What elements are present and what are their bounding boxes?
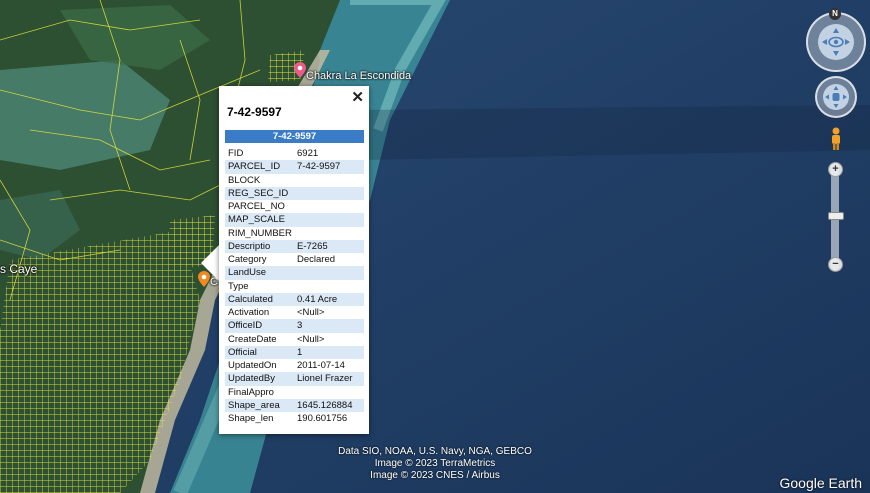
attribute-value: Declared — [297, 254, 336, 266]
attribute-row: PARCEL_NO — [225, 200, 364, 213]
attribute-row: Shape_area 1645.126884 — [225, 398, 364, 412]
move-joystick[interactable] — [823, 84, 849, 110]
credit-line: Data SIO, NOAA, U.S. Navy, NGA, GEBCO — [338, 446, 532, 457]
attribute-row: RIM_NUMBER — [225, 227, 364, 240]
attribute-row: Shape_len 190.601756 — [225, 412, 364, 425]
attribute-row: Category Declared — [225, 253, 364, 266]
attribute-key: Shape_len — [228, 413, 274, 425]
feature-info-popup: ✕ 7-42-9597 7-42-9597 FID 6921 PARCEL_ID 7-… — [219, 86, 369, 434]
google-earth-logo: Google Earth — [779, 475, 863, 491]
attribute-row: FID 6921 — [225, 147, 364, 160]
popup-title: 7-42-9597 — [227, 105, 282, 119]
attribute-value: E-7265 — [294, 239, 364, 253]
attribute-key: MAP_SCALE — [225, 213, 294, 227]
attribute-value — [294, 266, 364, 280]
attribute-row: LandUse — [225, 266, 364, 280]
attribute-key: FinalAppro — [228, 386, 274, 398]
attribute-value — [294, 280, 364, 293]
attribute-value: 7-42-9597 — [294, 160, 364, 174]
attribute-value: 2011-07-14 — [297, 360, 345, 372]
close-icon[interactable]: ✕ — [351, 88, 364, 106]
place-label-caye[interactable]: s Caye — [0, 262, 37, 276]
attribute-row: BLOCK — [225, 174, 364, 187]
attribute-key: REG_SEC_ID — [225, 186, 294, 200]
attribute-value: 1 — [294, 345, 364, 359]
attribute-row: CreateDate <Null> — [225, 333, 364, 346]
attribute-key: UpdatedOn — [228, 360, 277, 372]
attribute-value: 1645.126884 — [294, 398, 364, 412]
attribute-table-header: 7-42-9597 — [225, 130, 364, 143]
attribute-value: Lionel Frazer — [294, 372, 364, 386]
popup-tail — [201, 245, 219, 281]
attribute-key: CreateDate — [228, 333, 277, 345]
attribute-value — [294, 174, 364, 187]
attribute-value — [294, 227, 364, 240]
attribute-key: Calculated — [225, 292, 294, 306]
attribute-key: RIM_NUMBER — [228, 227, 292, 239]
attribute-key: Shape_area — [225, 398, 294, 412]
attribute-key: PARCEL_NO — [228, 201, 285, 213]
attribute-value: 0.41 Acre — [294, 292, 364, 306]
credit-line: Image © 2023 TerraMetrics — [374, 458, 496, 469]
attribute-value — [294, 200, 364, 213]
look-joystick[interactable] — [818, 24, 854, 60]
place-pin-icon[interactable] — [294, 62, 306, 83]
attribute-table: 7-42-9597 FID 6921 PARCEL_ID 7-42-9597 BLOCK… — [225, 130, 364, 425]
attribute-value — [294, 386, 364, 399]
north-indicator[interactable]: N — [829, 8, 841, 20]
look-compass[interactable] — [806, 12, 866, 72]
attribute-key: FID — [228, 148, 244, 160]
attribute-row: Descriptio E-7265 — [225, 239, 364, 253]
attribute-row: OfficeID 3 — [225, 319, 364, 333]
attribute-row: PARCEL_ID 7-42-9597 — [225, 160, 364, 174]
street-view-pegman-icon[interactable] — [829, 127, 843, 156]
attribute-value: <Null> — [297, 307, 325, 319]
attribute-row: Calculated 0.41 Acre — [225, 292, 364, 306]
attribute-key: Category — [228, 254, 267, 266]
attribute-value — [294, 186, 364, 200]
attribute-row: Official 1 — [225, 345, 364, 359]
place-label-chakra[interactable]: Chakra La Escondida — [306, 70, 411, 82]
attribute-value: 3 — [294, 319, 364, 333]
credit-line: Image © 2023 CNES / Airbus — [370, 470, 500, 481]
attribute-row: UpdatedOn 2011-07-14 — [225, 359, 364, 372]
attribute-key: Type — [228, 280, 249, 292]
attribute-key: UpdatedBy — [225, 372, 294, 386]
attribute-value — [294, 213, 364, 227]
attribute-key: PARCEL_ID — [225, 160, 294, 174]
attribute-value: <Null> — [297, 333, 325, 345]
imagery-credits: Data SIO, NOAA, U.S. Navy, NGA, GEBCO Im… — [0, 446, 870, 482]
attribute-key: Descriptio — [225, 239, 294, 253]
attribute-key: OfficeID — [225, 319, 294, 333]
satellite-map[interactable] — [0, 0, 870, 493]
attribute-row: UpdatedBy Lionel Frazer — [225, 372, 364, 386]
hand-icon — [825, 86, 847, 108]
attribute-value: 190.601756 — [297, 413, 348, 425]
eye-icon — [822, 28, 850, 56]
zoom-out-button[interactable]: − — [828, 257, 843, 272]
attribute-row: Activation <Null> — [225, 306, 364, 319]
attribute-key: LandUse — [225, 266, 294, 280]
attribute-row: FinalAppro — [225, 386, 364, 399]
attribute-key: Official — [225, 345, 294, 359]
attribute-key: Activation — [228, 307, 270, 319]
zoom-in-button[interactable]: + — [828, 162, 843, 177]
attribute-key: BLOCK — [228, 174, 261, 186]
attribute-row: Type — [225, 280, 364, 293]
attribute-value: 6921 — [297, 148, 319, 160]
attribute-row: MAP_SCALE — [225, 213, 364, 227]
zoom-slider-thumb[interactable] — [828, 212, 844, 220]
attribute-row: REG_SEC_ID — [225, 186, 364, 200]
move-compass[interactable] — [815, 76, 857, 118]
